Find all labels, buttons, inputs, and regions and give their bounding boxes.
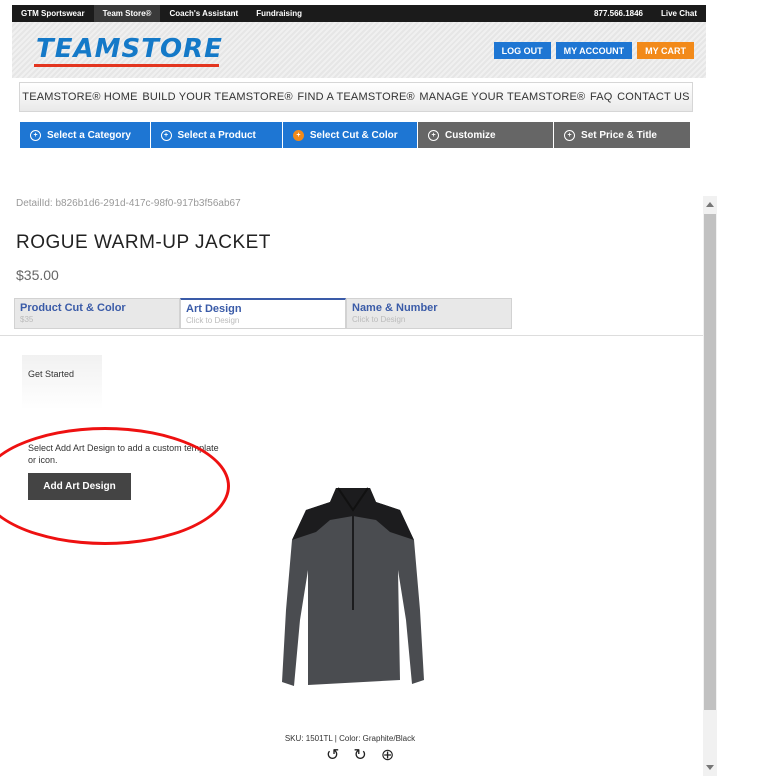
get-started-tab[interactable]: Get Started <box>22 355 102 410</box>
step-select-product[interactable]: + Select a Product <box>149 122 282 148</box>
image-tools: ↺ ↻ ⊕ <box>326 745 394 765</box>
red-highlight-circle <box>0 427 230 545</box>
jacket-product-image <box>282 487 424 686</box>
step-label: Select Cut & Color <box>309 129 398 141</box>
teamstore-logo[interactable]: TEAMSTORE <box>36 34 223 64</box>
step-select-category[interactable]: + Select a Category <box>20 122 150 148</box>
my-cart-button[interactable]: MY CART <box>637 42 694 59</box>
phone-number: 877.566.1846 <box>594 9 643 18</box>
plus-circle-icon: + <box>428 129 439 141</box>
product-designer-panel: DetailId: b826b1d6-291d-417c-98f0-917b3f… <box>0 190 703 782</box>
vertical-scrollbar[interactable] <box>703 196 717 776</box>
nav-build-teamstore[interactable]: BUILD YOUR TEAMSTORE® <box>142 91 292 103</box>
tab-name-number[interactable]: Name & Number Click to Design <box>346 298 512 329</box>
detail-id: DetailId: b826b1d6-291d-417c-98f0-917b3f… <box>16 198 241 209</box>
live-chat-link[interactable]: Live Chat <box>652 5 706 22</box>
tab-title: Name & Number <box>352 302 438 314</box>
plus-circle-icon: + <box>30 129 41 141</box>
designer-tabs: Product Cut & Color $35 Art Design Click… <box>14 298 512 329</box>
link-fundraising[interactable]: Fundraising <box>247 5 311 22</box>
nav-teamstore-home[interactable]: TEAMSTORE® HOME <box>22 91 137 103</box>
top-utility-bar: GTM Sportswear Team Store® Coach's Assis… <box>12 5 706 22</box>
progress-steps: + Select a Category + Select a Product +… <box>20 122 690 148</box>
logo-underline <box>34 64 219 67</box>
tab-title: Art Design <box>186 303 242 315</box>
step-label: Select a Product <box>177 129 256 141</box>
step-label: Select a Category <box>47 129 131 141</box>
divider <box>0 335 703 336</box>
step-select-cut-color[interactable]: + Select Cut & Color <box>281 122 417 148</box>
product-price: $35.00 <box>16 267 59 283</box>
link-gtm-sportswear[interactable]: GTM Sportswear <box>12 5 94 22</box>
tab-product-cut-color[interactable]: Product Cut & Color $35 <box>14 298 180 329</box>
scroll-down-arrow-icon[interactable] <box>706 765 714 770</box>
scroll-up-arrow-icon[interactable] <box>706 202 714 207</box>
rotate-right-icon[interactable]: ↻ <box>353 745 366 765</box>
step-label: Set Price & Title <box>581 129 657 141</box>
scroll-thumb[interactable] <box>704 214 716 710</box>
nav-contact-us[interactable]: CONTACT US <box>617 91 690 103</box>
sku-color-label: SKU: 1501TL | Color: Graphite/Black <box>284 734 416 743</box>
step-set-price-title[interactable]: + Set Price & Title <box>553 122 690 148</box>
tab-subtitle: Click to Design <box>186 316 240 325</box>
plus-circle-icon: + <box>564 129 576 141</box>
step-label: Customize <box>445 129 496 141</box>
nav-find-teamstore[interactable]: FIND A TEAMSTORE® <box>297 91 414 103</box>
my-account-button[interactable]: MY ACCOUNT <box>555 42 633 59</box>
tab-subtitle: $35 <box>20 315 34 324</box>
plus-circle-icon: + <box>160 129 172 141</box>
nav-faq[interactable]: FAQ <box>590 91 613 103</box>
link-coachs-assistant[interactable]: Coach's Assistant <box>160 5 247 22</box>
tab-art-design[interactable]: Art Design Click to Design <box>180 298 346 329</box>
product-title: ROGUE WARM-UP JACKET <box>16 232 271 253</box>
step-customize[interactable]: + Customize <box>417 122 554 148</box>
tab-subtitle: Click to Design <box>352 315 406 324</box>
nav-manage-teamstore[interactable]: MANAGE YOUR TEAMSTORE® <box>419 91 585 103</box>
site-header: TEAMSTORE LOG OUT MY ACCOUNT MY CART <box>12 22 706 78</box>
link-team-store[interactable]: Team Store® <box>93 5 161 22</box>
logout-button[interactable]: LOG OUT <box>493 42 551 59</box>
rotate-left-icon[interactable]: ↺ <box>326 745 339 765</box>
plus-circle-icon: + <box>292 129 304 141</box>
main-nav: TEAMSTORE® HOME BUILD YOUR TEAMSTORE® FI… <box>19 82 693 112</box>
zoom-in-icon[interactable]: ⊕ <box>381 745 394 765</box>
tab-title: Product Cut & Color <box>20 302 126 314</box>
